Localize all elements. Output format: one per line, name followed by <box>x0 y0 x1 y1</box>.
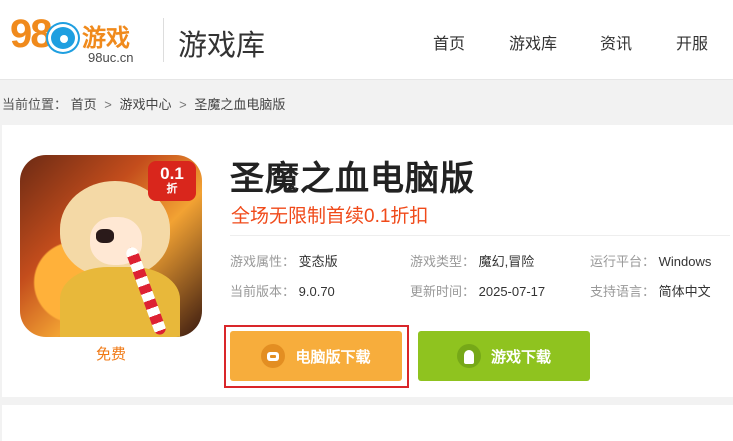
nav-game-library[interactable]: 游戏库 <box>509 30 557 54</box>
info-game-attribute: 游戏属性： 变态版 <box>230 251 338 270</box>
info-language: 支持语言： 简体中文 <box>590 281 711 300</box>
game-title: 圣魔之血电脑版 <box>230 160 475 198</box>
nav-home[interactable]: 首页 <box>433 30 465 54</box>
discount-badge-value: 0.1 <box>160 164 184 183</box>
info-label: 游戏属性： <box>230 254 296 269</box>
gamepad-icon <box>261 344 286 368</box>
info-value: 魔幻,冒险 <box>478 254 535 269</box>
game-detail-card: 0.1 折 免费 圣魔之血电脑版 全场无限制首续0.1折扣 游戏属性： 变态版 … <box>2 125 733 397</box>
info-value: 9.0.70 <box>298 284 335 299</box>
info-label: 当前版本： <box>230 284 296 299</box>
info-label: 运行平台： <box>590 254 656 269</box>
info-value: 2025-07-17 <box>478 284 546 299</box>
info-label: 游戏类型： <box>410 254 476 269</box>
price-label: 免费 <box>96 346 127 363</box>
next-section <box>2 405 733 441</box>
discount-badge: 0.1 折 <box>148 161 196 201</box>
section-title: 游戏库 <box>178 30 266 62</box>
pc-download-label: 电脑版下载 <box>295 348 371 366</box>
android-icon <box>456 344 481 368</box>
breadcrumb-prefix: 当前位置： <box>2 97 68 112</box>
nav-news[interactable]: 资讯 <box>600 30 632 54</box>
info-label: 更新时间： <box>410 284 476 299</box>
game-cover-image[interactable]: 0.1 折 <box>20 155 202 337</box>
logo-mascot-icon <box>48 24 78 52</box>
breadcrumb-separator: > <box>104 97 112 112</box>
breadcrumb-game-center[interactable]: 游戏中心 <box>120 97 172 112</box>
info-platform: 运行平台： Windows <box>590 251 711 270</box>
info-value: 简体中文 <box>658 284 711 299</box>
game-download-label: 游戏下载 <box>490 348 551 366</box>
info-label: 支持语言： <box>590 284 656 299</box>
info-value: Windows <box>658 254 712 269</box>
breadcrumb: 当前位置： 首页 > 游戏中心 > 圣魔之血电脑版 <box>2 94 285 113</box>
info-updated: 更新时间： 2025-07-17 <box>410 281 545 300</box>
site-logo[interactable]: 98 游戏 98uc.cn <box>10 10 150 68</box>
breadcrumb-current[interactable]: 圣魔之血电脑版 <box>194 97 285 112</box>
game-subtitle: 全场无限制首续0.1折扣 <box>231 206 429 227</box>
cover-art-eyepatch <box>96 229 114 243</box>
logo-domain: 98uc.cn <box>88 50 134 65</box>
logo-number: 98 <box>10 12 52 56</box>
info-game-genre: 游戏类型： 魔幻,冒险 <box>410 251 534 270</box>
logo-divider <box>163 18 164 62</box>
logo-text: 游戏 <box>82 25 130 52</box>
divider <box>230 235 730 236</box>
breadcrumb-home[interactable]: 首页 <box>71 97 97 112</box>
site-header: 98 游戏 98uc.cn 游戏库 首页 游戏库 资讯 开服 <box>0 0 733 80</box>
pc-download-button[interactable]: 电脑版下载 <box>230 331 402 381</box>
nav-servers[interactable]: 开服 <box>676 30 708 54</box>
discount-badge-unit: 折 <box>166 183 178 195</box>
info-value: 变态版 <box>298 254 338 269</box>
info-version: 当前版本： 9.0.70 <box>230 281 335 300</box>
game-download-button[interactable]: 游戏下载 <box>418 331 590 381</box>
breadcrumb-separator: > <box>179 97 187 112</box>
